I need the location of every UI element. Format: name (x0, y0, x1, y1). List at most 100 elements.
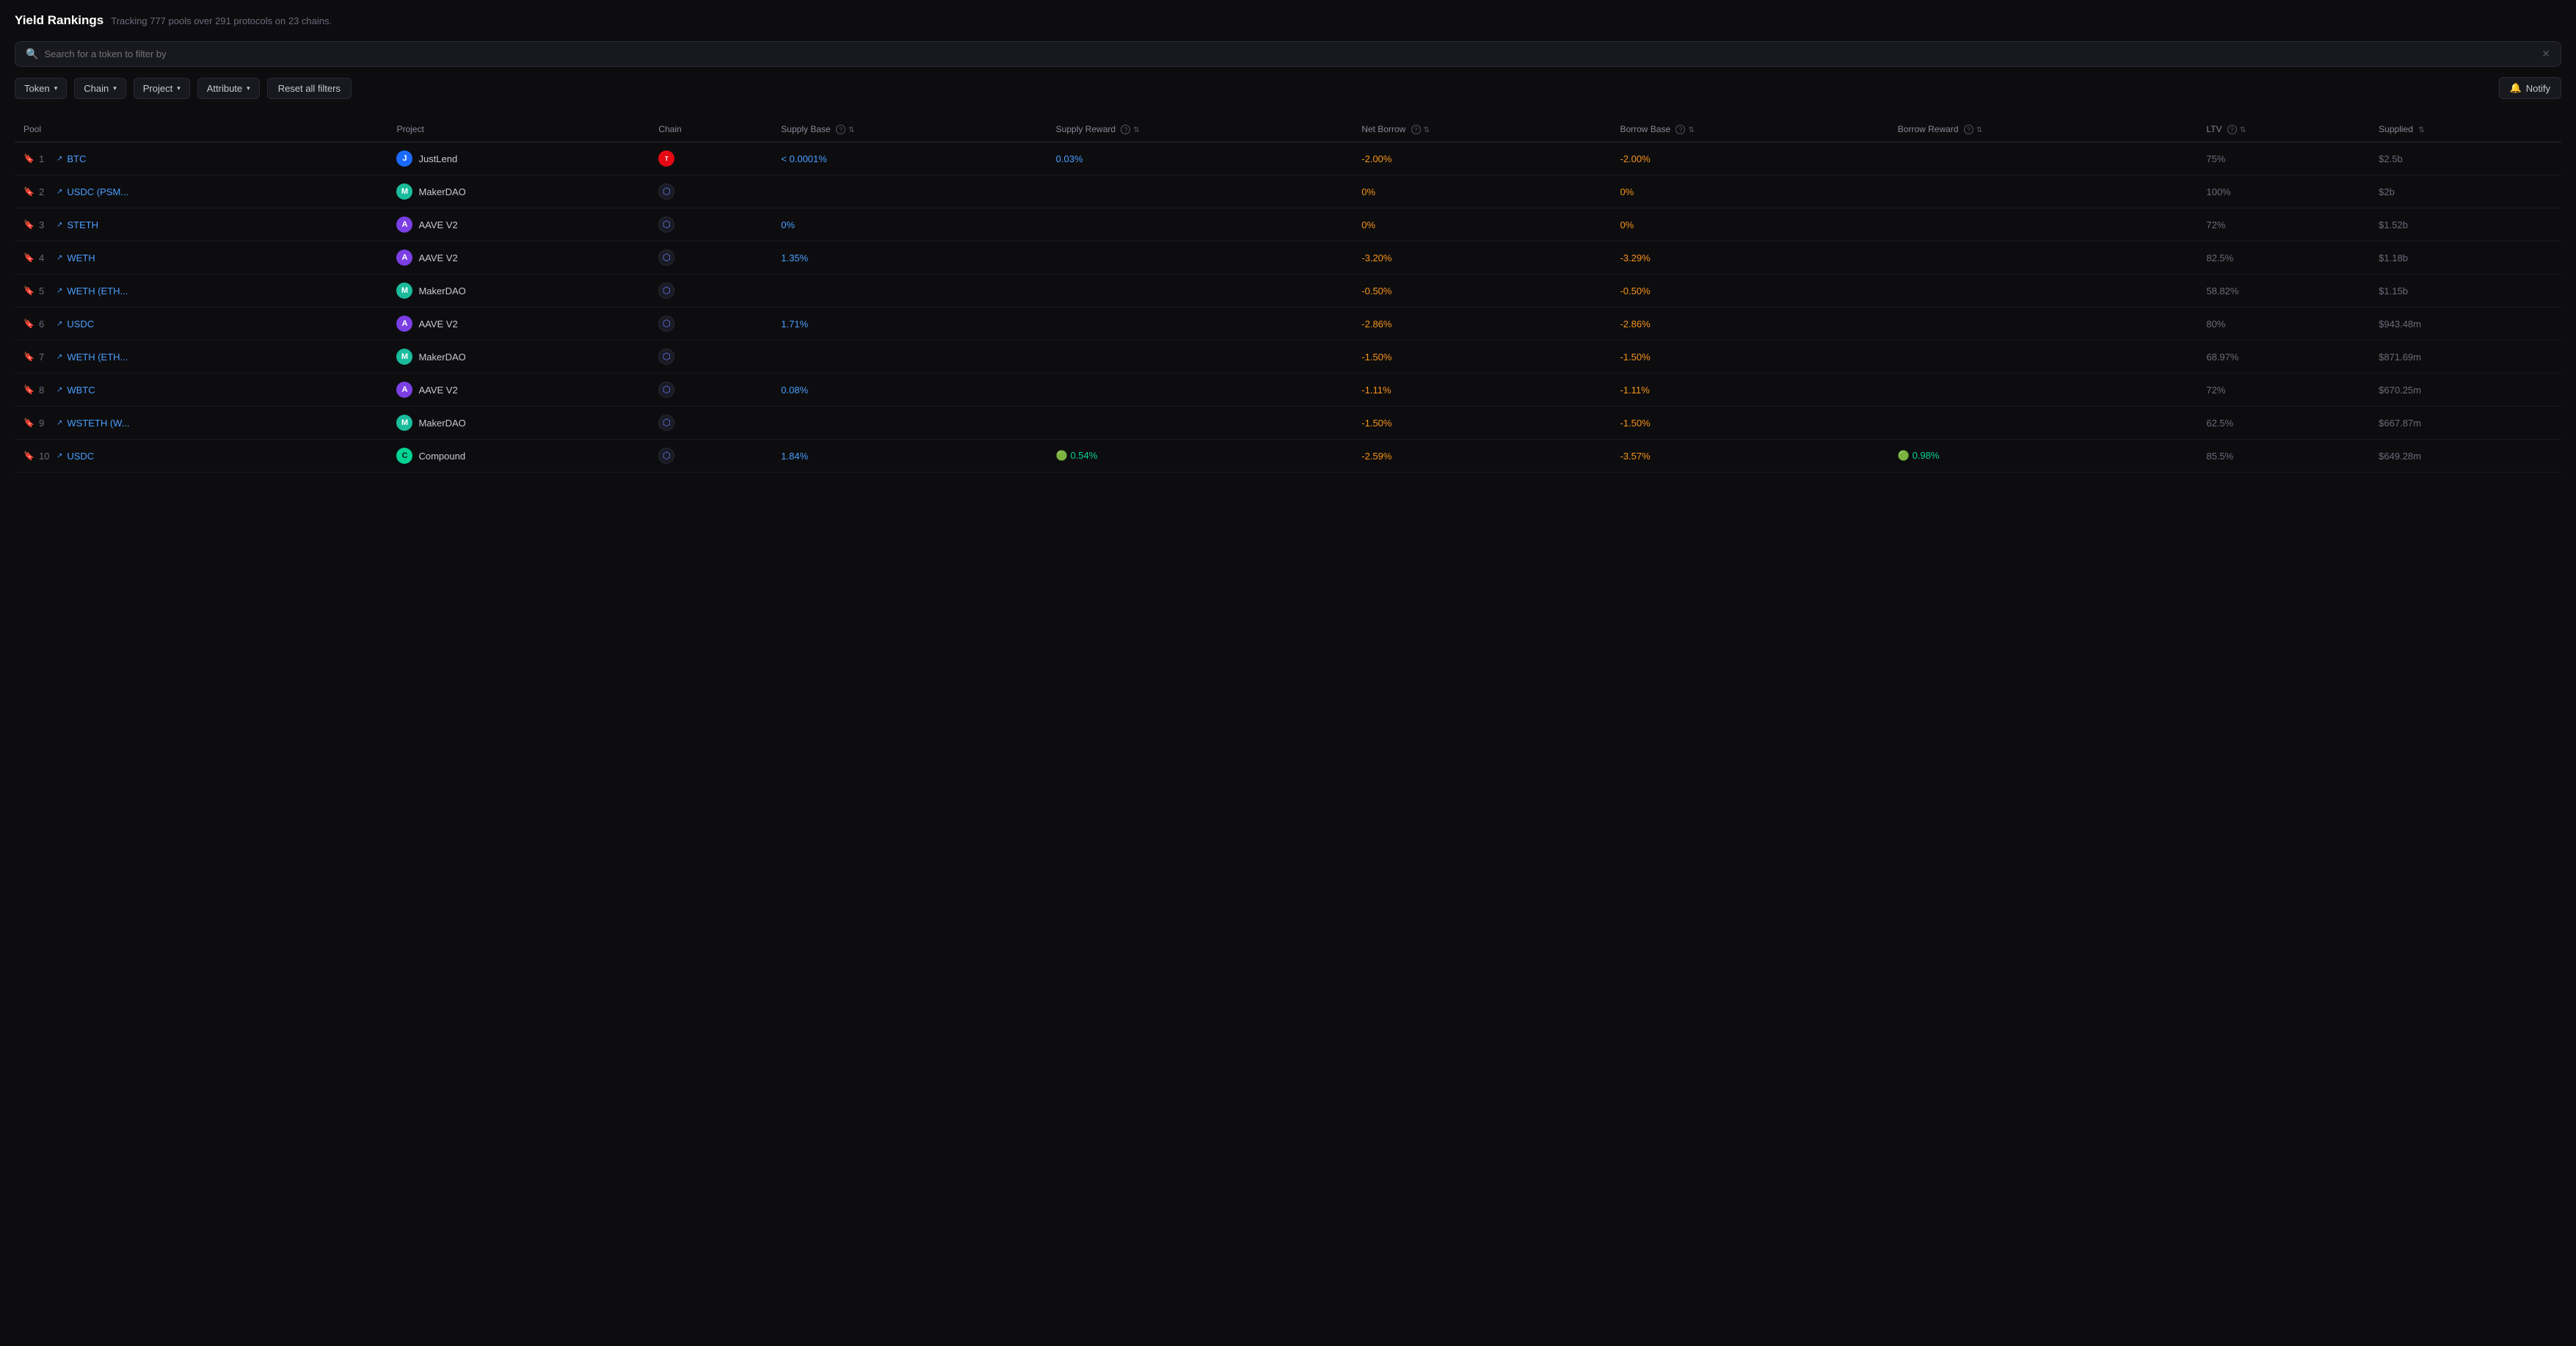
supplied-value: $667.87m (2370, 407, 2561, 440)
chain-filter-button[interactable]: Chain ▾ (74, 78, 126, 99)
borrow-base-info-icon[interactable]: ? (1676, 125, 1685, 134)
row-rank: 5 (39, 285, 52, 297)
bookmark-icon[interactable]: 🔖 (23, 319, 34, 329)
borrow-base-value: -2.00% (1611, 142, 1888, 175)
bookmark-icon[interactable]: 🔖 (23, 219, 34, 230)
navigate-icon[interactable]: ↗ (57, 320, 62, 328)
borrow-reward-value: 🟢 0.98% (1889, 440, 2198, 473)
project-name: AAVE V2 (418, 219, 457, 230)
token-name[interactable]: WSTETH (W... (67, 418, 129, 429)
row-rank: 7 (39, 352, 52, 363)
navigate-icon[interactable]: ↗ (57, 188, 62, 196)
col-borrow-base[interactable]: Borrow Base ?⇅ (1611, 117, 1888, 142)
col-supplied[interactable]: Supplied ⇅ (2370, 117, 2561, 142)
supply-reward-sort-icon: ⇅ (1133, 126, 1139, 134)
bookmark-icon[interactable]: 🔖 (23, 352, 34, 362)
bookmark-icon[interactable]: 🔖 (23, 385, 34, 395)
net-borrow-value: -1.50% (1353, 341, 1611, 374)
token-name[interactable]: STETH (67, 219, 98, 230)
supply-base-info-icon[interactable]: ? (836, 125, 845, 134)
supply-reward-value (1047, 341, 1353, 374)
ltv-value: 100% (2197, 175, 2370, 208)
bell-icon: 🔔 (2510, 82, 2522, 94)
project-name: AAVE V2 (418, 252, 457, 263)
filter-buttons: Token ▾ Chain ▾ Project ▾ Attribute ▾ Re… (15, 78, 352, 99)
borrow-reward-value (1889, 407, 2198, 440)
token-filter-button[interactable]: Token ▾ (15, 78, 67, 99)
row-rank: 8 (39, 385, 52, 396)
project-name: JustLend (418, 153, 457, 164)
project-filter-label: Project (143, 83, 172, 94)
token-name[interactable]: WETH (ETH... (67, 285, 128, 297)
supply-base-value (772, 274, 1047, 308)
navigate-icon[interactable]: ↗ (57, 353, 62, 361)
eth-chain-icon: ⬡ (658, 283, 674, 299)
borrow-base-value: 0% (1611, 208, 1888, 241)
row-rank: 6 (39, 319, 52, 330)
search-icon: 🔍 (26, 48, 38, 60)
table-row: 🔖 9 ↗ WSTETH (W... M MakerDAO ⬡ -1.50% -… (15, 407, 2561, 440)
net-borrow-info-icon[interactable]: ? (1411, 125, 1421, 134)
row-rank: 9 (39, 418, 52, 429)
supply-base-value (772, 407, 1047, 440)
col-supply-reward[interactable]: Supply Reward ?⇅ (1047, 117, 1353, 142)
col-net-borrow[interactable]: Net Borrow ?⇅ (1353, 117, 1611, 142)
page-title: Yield Rankings (15, 13, 103, 28)
col-ltv[interactable]: LTV ?⇅ (2197, 117, 2370, 142)
navigate-icon[interactable]: ↗ (57, 254, 62, 262)
ltv-value: 58.82% (2197, 274, 2370, 308)
table-row: 🔖 1 ↗ BTC J JustLend T < 0.0001% 0.03% -… (15, 142, 2561, 175)
token-name[interactable]: BTC (67, 153, 86, 164)
navigate-icon[interactable]: ↗ (57, 386, 62, 394)
col-borrow-reward[interactable]: Borrow Reward ?⇅ (1889, 117, 2198, 142)
table-row: 🔖 3 ↗ STETH A AAVE V2 ⬡ 0% 0% 0% 72% $1.… (15, 208, 2561, 241)
navigate-icon[interactable]: ↗ (57, 155, 62, 163)
navigate-icon[interactable]: ↗ (57, 221, 62, 229)
navigate-icon[interactable]: ↗ (57, 287, 62, 295)
token-name[interactable]: WBTC (67, 385, 95, 396)
supplied-value: $1.18b (2370, 241, 2561, 274)
search-clear-icon[interactable]: ✕ (2542, 48, 2550, 60)
net-borrow-value: -2.86% (1353, 308, 1611, 341)
project-logo: J (396, 150, 412, 167)
token-name[interactable]: USDC (67, 319, 94, 330)
eth-chain-icon: ⬡ (658, 316, 674, 332)
token-name[interactable]: USDC (67, 451, 94, 462)
bookmark-icon[interactable]: 🔖 (23, 153, 34, 164)
borrow-base-value: -3.29% (1611, 241, 1888, 274)
borrow-base-value: -1.50% (1611, 341, 1888, 374)
bookmark-icon[interactable]: 🔖 (23, 186, 34, 197)
navigate-icon[interactable]: ↗ (57, 452, 62, 460)
borrow-reward-value (1889, 308, 2198, 341)
borrow-reward-value (1889, 208, 2198, 241)
col-supply-base[interactable]: Supply Base ?⇅ (772, 117, 1047, 142)
supplied-sort-icon: ⇅ (2418, 126, 2424, 134)
token-name[interactable]: WETH (ETH... (67, 352, 128, 363)
notify-button[interactable]: 🔔 Notify (2499, 77, 2561, 99)
bookmark-icon[interactable]: 🔖 (23, 451, 34, 461)
ltv-value: 62.5% (2197, 407, 2370, 440)
navigate-icon[interactable]: ↗ (57, 419, 62, 427)
row-rank: 3 (39, 219, 52, 230)
borrow-reward-sort-icon: ⇅ (1976, 126, 1982, 134)
supply-base-value: 1.35% (772, 241, 1047, 274)
table-row: 🔖 7 ↗ WETH (ETH... M MakerDAO ⬡ -1.50% -… (15, 341, 2561, 374)
eth-chain-icon: ⬡ (658, 382, 674, 398)
borrow-reward-info-icon[interactable]: ? (1964, 125, 1973, 134)
net-borrow-sort-icon: ⇅ (1424, 126, 1430, 134)
project-filter-button[interactable]: Project ▾ (134, 78, 190, 99)
bookmark-icon[interactable]: 🔖 (23, 418, 34, 428)
supply-reward-info-icon[interactable]: ? (1121, 125, 1130, 134)
reset-filters-button[interactable]: Reset all filters (267, 78, 352, 99)
project-name: MakerDAO (418, 186, 465, 197)
col-project: Project (388, 117, 650, 142)
bookmark-icon[interactable]: 🔖 (23, 252, 34, 263)
ltv-info-icon[interactable]: ? (2227, 125, 2237, 134)
attribute-filter-button[interactable]: Attribute ▾ (197, 78, 260, 99)
supply-base-value: 0% (772, 208, 1047, 241)
token-name[interactable]: WETH (67, 252, 95, 263)
supply-reward-value (1047, 274, 1353, 308)
token-name[interactable]: USDC (PSM... (67, 186, 128, 197)
search-input[interactable] (44, 48, 2536, 59)
bookmark-icon[interactable]: 🔖 (23, 285, 34, 296)
